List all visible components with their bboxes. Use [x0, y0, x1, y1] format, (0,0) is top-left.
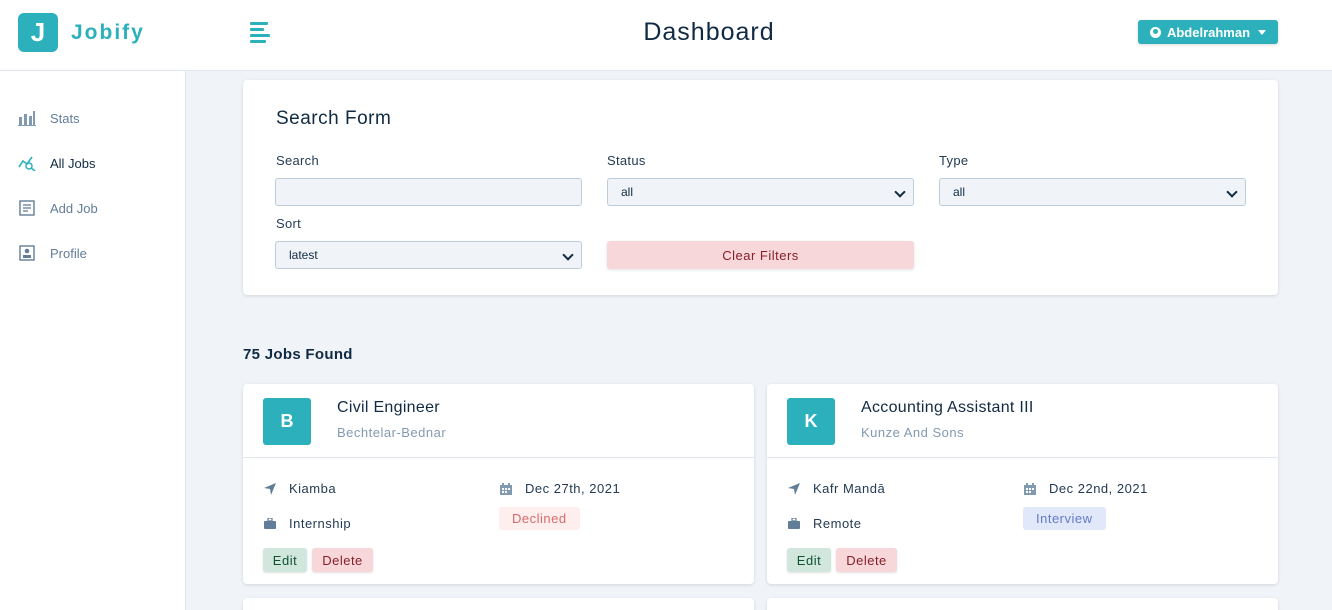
profile-icon [18, 244, 36, 262]
job-card: B Civil Engineer Bechtelar-Bednar Kiamba… [243, 384, 754, 584]
job-type: Remote [787, 516, 862, 531]
sidebar-item-label: Stats [50, 110, 80, 126]
bar-chart-icon [18, 109, 36, 127]
status-select[interactable]: all [607, 178, 914, 206]
sort-select[interactable]: latest [275, 241, 582, 269]
sidebar-item-all-jobs[interactable]: All Jobs [18, 151, 96, 175]
clear-filters-button[interactable]: Clear Filters [607, 241, 914, 269]
job-type-text: Internship [289, 516, 352, 531]
user-circle-icon [1149, 26, 1161, 38]
job-type-text: Remote [813, 516, 862, 531]
status-label: Status [607, 153, 646, 168]
job-position: Civil Engineer [337, 399, 440, 416]
briefcase-icon [263, 517, 277, 531]
delete-button[interactable]: Delete [312, 548, 373, 572]
status-badge: Declined [499, 507, 580, 530]
top-navbar: J Jobify Dashboard Abdelrahman [0, 0, 1332, 71]
edit-button[interactable]: Edit [263, 548, 307, 572]
sidebar: Stats All Jobs Add Job Profile [0, 71, 186, 610]
location-arrow-icon [787, 482, 801, 496]
calendar-icon [499, 482, 513, 496]
delete-button[interactable]: Delete [836, 548, 897, 572]
location-arrow-icon [263, 482, 277, 496]
search-form: Search Form Search Status all Type all S… [243, 80, 1278, 295]
user-menu-button[interactable]: Abdelrahman [1138, 20, 1278, 44]
sidebar-item-label: Add Job [50, 200, 98, 216]
search-form-title: Search Form [276, 108, 392, 129]
job-date-text: Dec 22nd, 2021 [1049, 481, 1148, 496]
job-location-text: Kiamba [289, 481, 337, 496]
job-card [243, 598, 754, 610]
type-label: Type [939, 153, 969, 168]
form-icon [18, 199, 36, 217]
job-location: Kiamba [263, 481, 336, 496]
jobs-found-heading: 75 Jobs Found [243, 346, 353, 363]
sidebar-item-stats[interactable]: Stats [18, 106, 80, 130]
job-location-text: Kafr Mandā [813, 481, 886, 496]
job-card [767, 598, 1278, 610]
edit-button[interactable]: Edit [787, 548, 831, 572]
caret-down-icon [1258, 29, 1267, 35]
job-company: Kunze And Sons [861, 425, 965, 440]
sidebar-item-label: Profile [50, 245, 87, 261]
job-date: Dec 22nd, 2021 [1023, 481, 1148, 496]
user-name: Abdelrahman [1166, 24, 1251, 40]
sort-label: Sort [276, 216, 302, 231]
job-date-text: Dec 27th, 2021 [525, 481, 621, 496]
sidebar-item-label: All Jobs [50, 155, 96, 171]
search-label: Search [276, 153, 319, 168]
company-avatar: B [263, 398, 311, 445]
search-input[interactable] [275, 178, 582, 206]
job-position: Accounting Assistant III [861, 399, 1034, 416]
job-card: K Accounting Assistant III Kunze And Son… [767, 384, 1278, 584]
company-avatar: K [787, 398, 835, 445]
calendar-icon [1023, 482, 1037, 496]
job-location: Kafr Mandā [787, 481, 885, 496]
job-type: Internship [263, 516, 351, 531]
briefcase-icon [787, 517, 801, 531]
sort-select-value: latest [289, 248, 318, 262]
page-title: Dashboard [643, 18, 775, 46]
type-select-value: all [953, 185, 966, 199]
job-card-header: B Civil Engineer Bechtelar-Bednar [243, 384, 754, 458]
status-select-value: all [621, 185, 634, 199]
job-date: Dec 27th, 2021 [499, 481, 620, 496]
type-select[interactable]: all [939, 178, 1246, 206]
job-card-header: K Accounting Assistant III Kunze And Son… [767, 384, 1278, 458]
job-company: Bechtelar-Bednar [337, 425, 447, 440]
status-badge: Interview [1023, 507, 1106, 530]
sidebar-item-profile[interactable]: Profile [18, 241, 87, 265]
sidebar-item-add-job[interactable]: Add Job [18, 196, 98, 220]
query-stats-icon [18, 154, 36, 172]
